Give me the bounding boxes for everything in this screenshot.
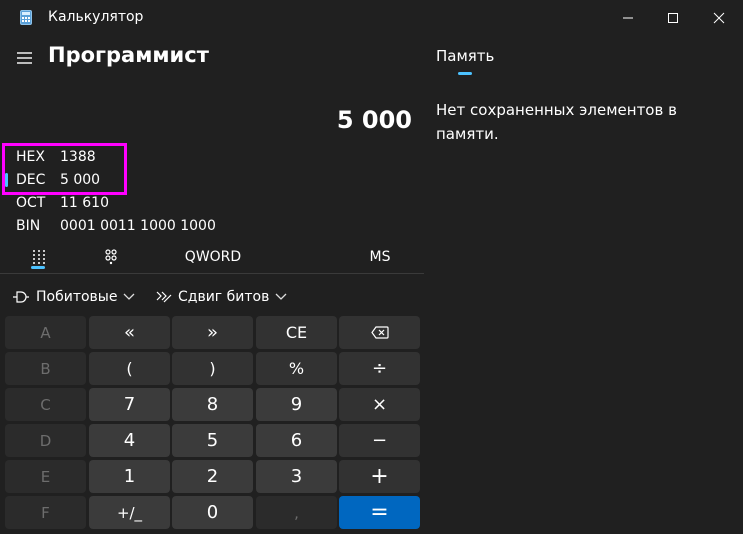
word-size-button[interactable]: QWORD [180, 244, 246, 270]
radix-row-oct[interactable]: OCT 11 610 [0, 191, 420, 214]
tab-memory[interactable]: Память [436, 47, 494, 65]
radix-label: HEX [16, 148, 45, 165]
key-0[interactable]: 0 [172, 496, 253, 529]
key-9[interactable]: 9 [256, 388, 337, 421]
close-button[interactable] [695, 0, 743, 36]
key-clear-entry[interactable]: CE [256, 316, 337, 349]
keypad-divider [0, 273, 424, 274]
radix-value: 11 610 [60, 194, 109, 211]
result-display: 5 000 [336, 106, 412, 134]
bitshift-label: Сдвиг битов [178, 289, 270, 305]
chevron-down-icon [124, 293, 135, 300]
minimize-icon [623, 17, 633, 19]
key-add[interactable]: + [339, 460, 420, 493]
key-a[interactable]: A [5, 316, 86, 349]
key-equals[interactable]: = [339, 496, 420, 529]
key-8[interactable]: 8 [172, 388, 253, 421]
close-icon [713, 12, 725, 24]
bit-toggle-icon [105, 249, 117, 265]
tab-bit-toggling-keypad[interactable] [96, 244, 126, 270]
minimize-button[interactable] [604, 0, 652, 36]
navigation-menu-button[interactable] [15, 50, 35, 66]
key-negate[interactable]: +/_ [89, 496, 170, 529]
radix-value: 0001 0011 1000 1000 [60, 217, 216, 234]
key-6[interactable]: 6 [256, 424, 337, 457]
calculator-app-icon [20, 10, 32, 25]
key-subtract[interactable]: − [339, 424, 420, 457]
key-b[interactable]: B [5, 352, 86, 385]
radix-value: 5 000 [60, 171, 101, 188]
key-open-paren[interactable]: ( [89, 352, 170, 385]
radix-label: OCT [16, 194, 46, 211]
maximize-icon [668, 13, 678, 23]
key-d[interactable]: D [5, 424, 86, 457]
hamburger-icon [17, 52, 32, 64]
window-title: Калькулятор [48, 9, 144, 25]
memory-store-button[interactable]: MS [360, 244, 400, 270]
key-2[interactable]: 2 [172, 460, 253, 493]
key-decimal-separator[interactable]: , [256, 496, 337, 529]
radix-row-bin[interactable]: BIN 0001 0011 1000 1000 [0, 214, 420, 237]
key-5[interactable]: 5 [172, 424, 253, 457]
key-e[interactable]: E [5, 460, 86, 493]
bitshift-dropdown[interactable]: Сдвиг битов [156, 286, 287, 308]
mode-title: Программист [48, 43, 209, 67]
key-multiply[interactable]: × [339, 388, 420, 421]
keypad-grid-icon [33, 250, 45, 264]
key-7[interactable]: 7 [89, 388, 170, 421]
key-4[interactable]: 4 [89, 424, 170, 457]
key-1[interactable]: 1 [89, 460, 170, 493]
memory-empty-message: Нет сохраненных элементов в памяти. [436, 101, 677, 143]
key-right-shift[interactable]: » [172, 316, 253, 349]
radix-value: 1388 [60, 148, 96, 165]
bitwise-label: Побитовые [36, 289, 118, 305]
radix-label: DEC [16, 171, 46, 188]
key-divide[interactable]: ÷ [339, 352, 420, 385]
key-percent[interactable]: % [256, 352, 337, 385]
radix-row-hex[interactable]: HEX 1388 [0, 145, 420, 168]
memory-tab-indicator [458, 72, 472, 75]
radix-label: BIN [16, 217, 41, 234]
key-c[interactable]: C [5, 388, 86, 421]
key-close-paren[interactable]: ) [172, 352, 253, 385]
chevron-down-icon [275, 293, 287, 300]
key-left-shift[interactable]: « [89, 316, 170, 349]
bit-shift-icon [156, 291, 172, 303]
bitwise-dropdown[interactable]: Побитовые [12, 286, 135, 308]
key-3[interactable]: 3 [256, 460, 337, 493]
maximize-button[interactable] [649, 0, 697, 36]
backspace-icon [370, 326, 389, 339]
keypad-tab-indicator [31, 266, 45, 269]
logic-gate-icon [13, 291, 29, 303]
key-backspace[interactable] [339, 316, 420, 349]
radix-row-dec[interactable]: DEC 5 000 [0, 168, 420, 191]
key-f[interactable]: F [5, 496, 86, 529]
